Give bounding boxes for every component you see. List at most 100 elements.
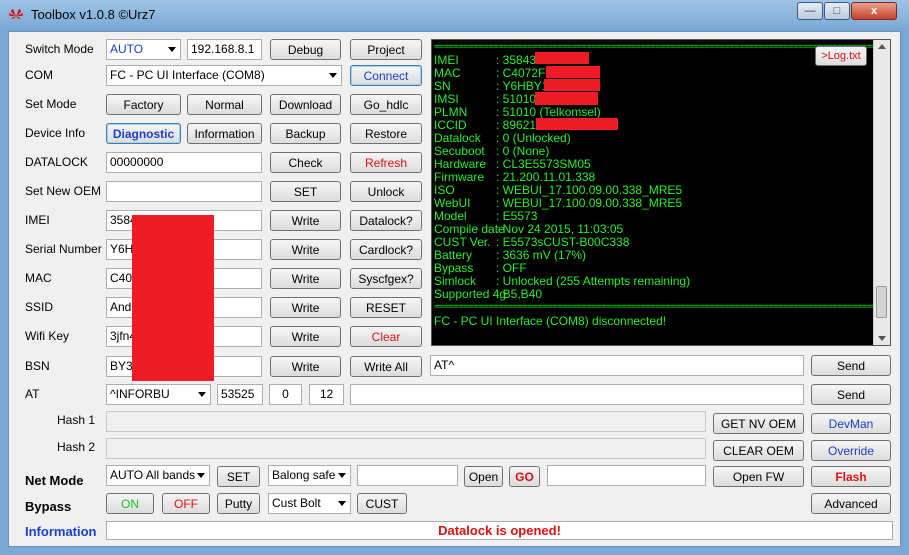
console-disconnect-line: FC - PC UI Interface (COM8) disconnected…	[434, 314, 667, 328]
console-key: Hardware	[434, 157, 487, 171]
mac-label: MAC	[25, 271, 52, 285]
hash1-field[interactable]	[106, 411, 706, 432]
write-all-button[interactable]: Write All	[350, 356, 422, 377]
write-bsn-button[interactable]: Write	[270, 356, 341, 377]
send-at-button[interactable]: Send	[811, 355, 891, 376]
scroll-thumb[interactable]	[876, 286, 887, 318]
open-fw-button[interactable]: Open FW	[713, 466, 804, 487]
cardlock-query-button[interactable]: Cardlock?	[350, 239, 422, 260]
reset-button[interactable]: RESET	[350, 297, 422, 318]
set-oem-button[interactable]: SET	[270, 181, 341, 202]
information-button[interactable]: Information	[187, 123, 262, 144]
console-key: Bypass	[434, 261, 474, 275]
redaction-block	[536, 118, 618, 130]
set-new-oem-label: Set New OEM	[25, 184, 102, 198]
cust-bolt-select[interactable]: Cust Bolt	[268, 493, 351, 514]
get-nv-oem-button[interactable]: GET NV OEM	[713, 413, 804, 434]
close-button[interactable]: x	[851, 2, 897, 20]
override-button[interactable]: Override	[811, 440, 891, 461]
at-param1-field[interactable]: 53525	[217, 384, 263, 405]
log-console[interactable]: ========================================…	[431, 39, 891, 346]
project-button[interactable]: Project	[350, 39, 422, 60]
at-command-input[interactable]: AT^	[430, 355, 804, 376]
com-port-select[interactable]: FC - PC UI Interface (COM8)	[106, 65, 342, 86]
console-value: : 0 (Unlocked)	[496, 131, 571, 145]
open-loader-button[interactable]: Open	[464, 466, 503, 487]
com-port-value: FC - PC UI Interface (COM8)	[110, 68, 265, 82]
console-line: Battery: 3636 mV (17%)	[434, 248, 586, 262]
refresh-button[interactable]: Refresh	[350, 152, 422, 173]
console-key: WebUI	[434, 196, 471, 210]
diagnostic-button[interactable]: Diagnostic	[106, 123, 181, 144]
write-wifi-key-button[interactable]: Write	[270, 326, 341, 347]
cust-button[interactable]: CUST	[357, 493, 407, 514]
bsn-label: BSN	[25, 359, 50, 373]
console-key: Simlock	[434, 274, 477, 288]
restore-button[interactable]: Restore	[350, 123, 422, 144]
write-mac-button[interactable]: Write	[270, 268, 341, 289]
console-key: ISO	[434, 183, 455, 197]
console-line: IMSI: 510100	[434, 92, 543, 106]
at-raw-input[interactable]	[350, 384, 804, 405]
go-button[interactable]: GO	[509, 466, 540, 487]
hash2-field[interactable]	[106, 438, 706, 459]
datalock-field[interactable]: 00000000	[106, 152, 262, 173]
devman-button[interactable]: DevMan	[811, 413, 891, 434]
balong-mode-select[interactable]: Balong safe	[268, 465, 351, 486]
normal-button[interactable]: Normal	[187, 94, 262, 115]
ip-address-field[interactable]: 192.168.8.1	[187, 39, 262, 60]
syscfgex-query-button[interactable]: Syscfgex?	[350, 268, 422, 289]
backup-button[interactable]: Backup	[270, 123, 341, 144]
clear-button[interactable]: Clear	[350, 326, 422, 347]
redaction-block	[546, 66, 600, 78]
connect-button[interactable]: Connect	[350, 65, 422, 86]
switch-mode-select[interactable]: AUTO	[106, 39, 181, 60]
datalock-query-button[interactable]: Datalock?	[350, 210, 422, 231]
firmware-path-field[interactable]	[547, 465, 706, 486]
console-key: IMEI	[434, 53, 459, 67]
net-mode-select[interactable]: AUTO All bands	[106, 465, 210, 486]
bypass-off-button[interactable]: OFF	[162, 493, 210, 514]
wifi-key-label: Wifi Key	[25, 329, 70, 343]
scroll-up-icon[interactable]	[878, 44, 886, 49]
console-line: ICCID: 896210	[434, 118, 543, 132]
at-param2-field[interactable]: 0	[269, 384, 302, 405]
flash-button[interactable]: Flash	[811, 466, 891, 487]
minimize-button[interactable]: —	[797, 2, 823, 20]
main-panel: Switch Mode AUTO 192.168.8.1 Debug Proje…	[8, 31, 901, 547]
device-info-label: Device Info	[25, 126, 86, 140]
go-hdlc-button[interactable]: Go_hdlc	[350, 94, 422, 115]
download-button[interactable]: Download	[270, 94, 341, 115]
set-net-mode-button[interactable]: SET	[217, 466, 260, 487]
at-command-select[interactable]: ^INFORBU	[106, 384, 211, 405]
bypass-on-button[interactable]: ON	[106, 493, 154, 514]
write-imei-button[interactable]: Write	[270, 210, 341, 231]
send-raw-button[interactable]: Send	[811, 384, 891, 405]
chevron-down-icon	[338, 501, 346, 506]
factory-button[interactable]: Factory	[106, 94, 181, 115]
check-button[interactable]: Check	[270, 152, 341, 173]
redaction-block	[132, 215, 214, 381]
write-ssid-button[interactable]: Write	[270, 297, 341, 318]
set-mode-label: Set Mode	[25, 97, 77, 111]
console-scrollbar[interactable]	[873, 40, 890, 345]
console-line: Firmware: 21.200.11.01.338	[434, 170, 595, 184]
console-key: IMSI	[434, 92, 459, 106]
chevron-down-icon	[197, 473, 205, 478]
net-mode-label: Net Mode	[25, 473, 84, 488]
loader-path-field[interactable]	[357, 465, 458, 486]
log-txt-button[interactable]: >Log.txt	[815, 46, 867, 66]
debug-button[interactable]: Debug	[270, 39, 341, 60]
maximize-button[interactable]: □	[824, 2, 850, 20]
redaction-block	[535, 52, 589, 64]
putty-button[interactable]: Putty	[217, 493, 260, 514]
unlock-button[interactable]: Unlock	[350, 181, 422, 202]
new-oem-field[interactable]	[106, 181, 262, 202]
balong-mode-value: Balong safe	[272, 468, 336, 482]
title-bar[interactable]: Toolbox v1.0.8 ©Urz7 — □ x	[0, 0, 909, 30]
write-serial-button[interactable]: Write	[270, 239, 341, 260]
advanced-button[interactable]: Advanced	[811, 493, 891, 514]
clear-oem-button[interactable]: CLEAR OEM	[713, 440, 804, 461]
at-param3-field[interactable]: 12	[309, 384, 344, 405]
scroll-down-icon[interactable]	[878, 336, 886, 341]
